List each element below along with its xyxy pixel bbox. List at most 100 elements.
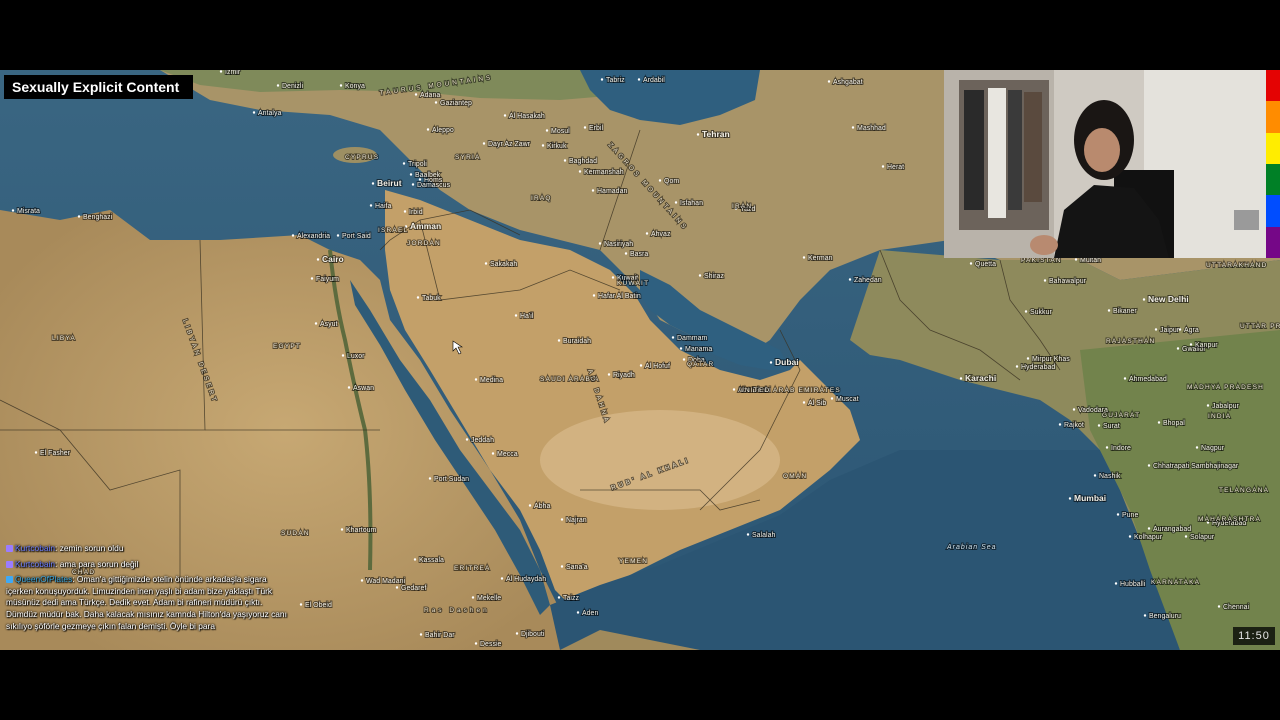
city-label[interactable]: Al Hudaydah — [505, 575, 547, 584]
city-label[interactable]: Salalah — [751, 531, 776, 540]
city-label[interactable]: Aswan — [352, 384, 375, 393]
country-label[interactable]: UTTAR PRADESH — [1239, 322, 1280, 331]
country-label[interactable]: QATAR — [686, 360, 714, 369]
city-label[interactable]: Tripoli — [407, 160, 428, 169]
city-label[interactable]: Chhatrapati Sambhajinagar — [1152, 462, 1240, 471]
city-label[interactable]: Medina — [479, 376, 504, 385]
city-label[interactable]: Isfahan — [679, 199, 704, 208]
country-label[interactable]: UTTARAKHAND — [1205, 261, 1267, 270]
city-label[interactable]: Ahvaz — [650, 230, 672, 239]
city-label[interactable]: Asyut — [319, 320, 339, 329]
city-label[interactable]: Cairo — [321, 253, 345, 265]
country-label[interactable]: MAHARASHTRA — [1197, 515, 1261, 524]
city-label[interactable]: Najran — [565, 516, 588, 525]
country-label[interactable]: CYPRUS — [344, 153, 379, 162]
city-label[interactable]: Bengaluru — [1148, 612, 1182, 621]
country-label[interactable]: IRAQ — [530, 194, 552, 203]
city-label[interactable]: Gedaref — [400, 584, 427, 593]
city-label[interactable]: Surat — [1102, 422, 1121, 431]
city-label[interactable]: Bahir Dar — [424, 631, 456, 640]
city-label[interactable]: Faiyum — [315, 275, 340, 284]
city-label[interactable]: Tehran — [701, 128, 731, 140]
city-label[interactable]: Kanpur — [1194, 341, 1219, 350]
city-label[interactable]: Bhopal — [1162, 419, 1186, 428]
city-label[interactable]: Jaipur — [1159, 326, 1181, 335]
city-label[interactable]: Bikaner — [1112, 307, 1138, 316]
city-label[interactable]: Agra — [1183, 326, 1200, 335]
city-label[interactable]: Solapur — [1189, 533, 1216, 542]
city-label[interactable]: Dubai — [774, 356, 800, 368]
city-label[interactable]: Ha'il — [519, 312, 535, 321]
city-label[interactable]: Tabuk — [421, 294, 442, 303]
city-label[interactable]: Quetta — [974, 260, 997, 269]
country-label[interactable]: RAJASTHAN — [1105, 337, 1155, 346]
country-label[interactable]: EGYPT — [272, 342, 301, 351]
city-label[interactable]: Shiraz — [703, 272, 725, 281]
city-label[interactable]: Al Hasakah — [508, 112, 546, 121]
city-label[interactable]: Mumbai — [1073, 492, 1107, 504]
city-label[interactable]: Khartoum — [345, 526, 378, 535]
country-label[interactable]: SUDAN — [280, 529, 310, 538]
city-label[interactable]: Dayr Az Zawr — [487, 140, 532, 149]
city-label[interactable]: Misrata — [16, 207, 41, 216]
city-label[interactable]: Sakakah — [489, 260, 518, 269]
city-label[interactable]: Jeddah — [470, 436, 495, 445]
city-label[interactable]: Mekelle — [476, 594, 502, 603]
country-label[interactable]: IRAN — [731, 202, 752, 211]
country-label[interactable]: KARNATAKA — [1150, 578, 1200, 587]
city-label[interactable]: Kirkuk — [546, 142, 568, 151]
city-label[interactable]: Aurangabad — [1152, 525, 1192, 534]
city-label[interactable]: Kerman — [807, 254, 834, 263]
city-label[interactable]: Nashik — [1098, 472, 1122, 481]
city-label[interactable]: Izmir — [224, 70, 242, 77]
city-label[interactable]: Ardabil — [642, 76, 666, 85]
city-label[interactable]: Basra — [629, 250, 649, 259]
city-label[interactable]: Antalya — [257, 109, 282, 118]
city-label[interactable]: Qom — [663, 177, 680, 186]
city-label[interactable]: Mashhad — [856, 124, 887, 133]
city-label[interactable]: Luxor — [346, 352, 366, 361]
city-label[interactable]: Riyadh — [612, 371, 636, 380]
city-label[interactable]: Pune — [1121, 511, 1139, 520]
city-label[interactable]: Tabriz — [605, 76, 626, 85]
country-label[interactable]: INDIA — [1207, 412, 1231, 421]
city-label[interactable]: Mecca — [496, 450, 519, 459]
city-label[interactable]: Sukkur — [1029, 308, 1053, 317]
city-label[interactable]: Buraidah — [562, 337, 592, 346]
city-label[interactable]: Manama — [684, 345, 713, 354]
country-label[interactable]: SYRIA — [454, 153, 481, 162]
city-label[interactable]: Gaziantep — [439, 99, 473, 108]
city-label[interactable]: El Fasher — [39, 449, 72, 458]
country-label[interactable]: JORDAN — [406, 239, 441, 248]
city-label[interactable]: Herat — [886, 163, 905, 172]
city-label[interactable]: Nasiriyah — [603, 240, 634, 249]
city-label[interactable]: New Delhi — [1147, 293, 1190, 305]
country-label[interactable]: YEMEN — [618, 557, 648, 566]
city-label[interactable]: Port Said — [341, 232, 372, 241]
city-label[interactable]: Taizz — [562, 594, 580, 603]
city-label[interactable]: Djibouti — [520, 630, 546, 639]
city-label[interactable]: Nagpur — [1200, 444, 1226, 453]
city-label[interactable]: Dessie — [479, 640, 503, 649]
city-label[interactable]: Al Hofuf — [644, 362, 671, 371]
country-label[interactable]: PAKISTAN — [1020, 256, 1062, 265]
city-label[interactable]: Rajkot — [1063, 421, 1085, 430]
city-label[interactable]: Karachi — [964, 372, 997, 384]
city-label[interactable]: Kassala — [418, 556, 445, 565]
city-label[interactable]: Indore — [1110, 444, 1132, 453]
city-label[interactable]: Multan — [1079, 256, 1102, 265]
city-label[interactable]: Ahmedabad — [1128, 375, 1168, 384]
city-label[interactable]: Kermanshah — [583, 168, 625, 177]
city-label[interactable]: Adana — [419, 91, 441, 100]
city-label[interactable]: Hyderabad — [1020, 363, 1056, 372]
city-label[interactable]: Ashgabat — [832, 78, 864, 87]
city-label[interactable]: Zahedan — [853, 276, 883, 285]
country-label[interactable]: UNITED ARAB EMIRATES — [738, 386, 841, 395]
city-label[interactable]: Chennai — [1222, 603, 1251, 612]
country-label[interactable]: GUJARAT — [1101, 411, 1140, 420]
city-label[interactable]: Wad Madani — [365, 577, 406, 586]
city-label[interactable]: Irbid — [408, 208, 424, 217]
city-label[interactable]: Bahawalpur — [1048, 277, 1088, 286]
city-label[interactable]: Haifa — [374, 202, 392, 211]
city-label[interactable]: Erbil — [588, 124, 604, 133]
